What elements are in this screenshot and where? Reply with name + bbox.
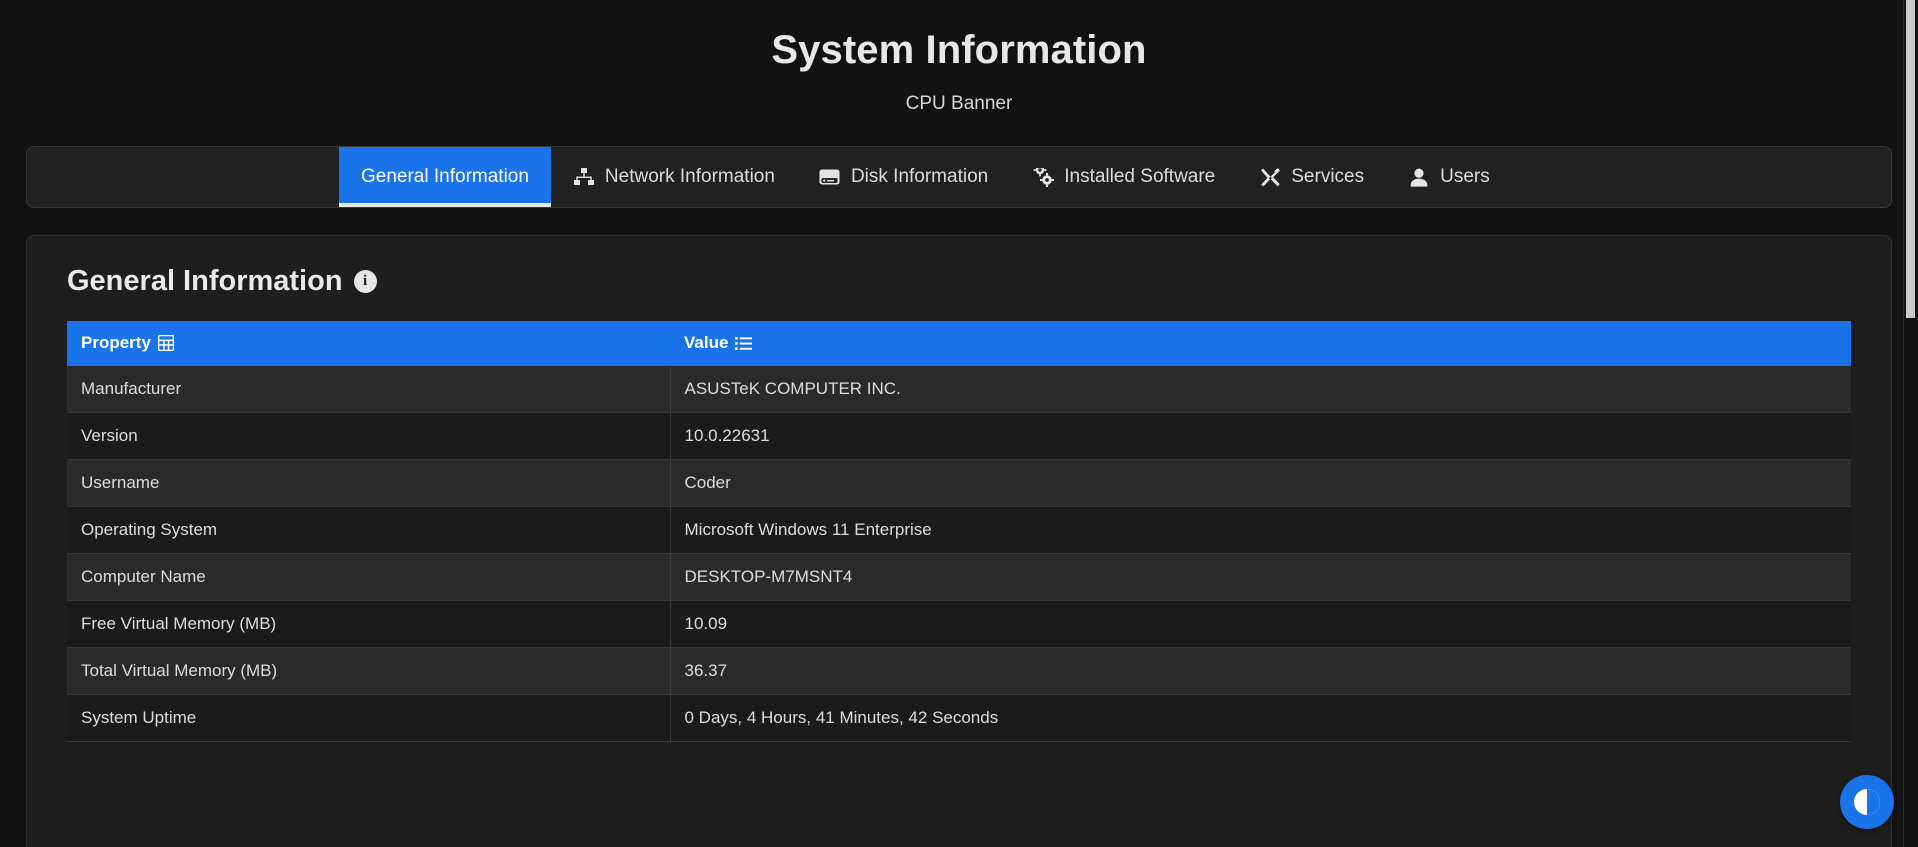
table-row: Total Virtual Memory (MB) 36.37	[67, 647, 1851, 695]
row-value: Microsoft Windows 11 Enterprise	[670, 506, 1851, 554]
column-header-property[interactable]: Property	[67, 320, 670, 366]
row-value: DESKTOP-M7MSNT4	[670, 553, 1851, 601]
general-information-panel: General Information i Property Value Man…	[26, 235, 1892, 847]
tab-users[interactable]: Users	[1386, 147, 1512, 207]
column-header-label: Value	[684, 333, 729, 353]
row-property: Total Virtual Memory (MB)	[67, 647, 671, 695]
table-header-row: Property Value	[67, 320, 1851, 366]
tab-label: Disk Information	[850, 166, 989, 187]
page-subtitle: CPU Banner	[905, 93, 1013, 114]
table-row: Username Coder	[67, 459, 1851, 507]
row-value: 36.37	[670, 647, 1851, 695]
list-ul-icon	[735, 336, 753, 351]
tools-icon	[1259, 167, 1281, 187]
info-circle-icon: i	[353, 270, 377, 294]
table-body: Manufacturer ASUSTeK COMPUTER INC. Versi…	[67, 365, 1851, 742]
table-row: Operating System Microsoft Windows 11 En…	[67, 506, 1851, 554]
row-value: ASUSTeK COMPUTER INC.	[670, 365, 1851, 413]
tab-label: Users	[1440, 166, 1490, 187]
page-scrollbar-thumb[interactable]	[1906, 0, 1915, 318]
page-root: System Information CPU Banner General In…	[0, 0, 1918, 847]
table-row: System Uptime 0 Days, 4 Hours, 41 Minute…	[67, 694, 1851, 742]
row-value: 10.0.22631	[670, 412, 1851, 460]
cogs-icon	[1032, 167, 1054, 187]
contrast-toggle-button[interactable]	[1840, 775, 1894, 829]
table-row: Version 10.0.22631	[67, 412, 1851, 460]
tab-bar: General Information Network Information	[26, 146, 1892, 208]
row-value: 10.09	[670, 600, 1851, 648]
tab-services[interactable]: Services	[1237, 147, 1386, 207]
column-header-value[interactable]: Value	[670, 320, 1851, 366]
row-property: Manufacturer	[67, 365, 671, 413]
tab-label: Network Information	[604, 166, 775, 187]
section-title: General Information	[67, 265, 343, 297]
row-property: Free Virtual Memory (MB)	[67, 600, 671, 648]
row-property: Computer Name	[67, 553, 671, 601]
user-icon	[1408, 167, 1430, 187]
tab-disk-information[interactable]: Disk Information	[797, 147, 1010, 207]
row-value: Coder	[670, 459, 1851, 507]
table-head: Property Value	[67, 320, 1851, 366]
row-property: Username	[67, 459, 671, 507]
tab-network-information[interactable]: Network Information	[551, 147, 797, 207]
column-header-label: Property	[81, 333, 151, 353]
table-grid-icon	[157, 335, 174, 352]
tab-label: General Information	[361, 166, 529, 187]
table-row: Free Virtual Memory (MB) 10.09	[67, 600, 1851, 648]
general-information-table: Property Value Manufacturer ASUSTeK COMP…	[67, 320, 1851, 742]
page-header: System Information CPU Banner	[0, 0, 1918, 115]
hdd-icon	[819, 167, 841, 187]
page-scrollbar[interactable]	[1903, 0, 1918, 847]
contrast-icon	[1854, 789, 1880, 815]
row-property: Operating System	[67, 506, 671, 554]
page-title: System Information	[771, 28, 1147, 72]
table-row: Manufacturer ASUSTeK COMPUTER INC.	[67, 365, 1851, 413]
tab-label: Installed Software	[1064, 166, 1216, 187]
tab-label: Services	[1291, 166, 1365, 187]
sitemap-icon	[573, 167, 595, 187]
row-value: 0 Days, 4 Hours, 41 Minutes, 42 Seconds	[670, 694, 1851, 742]
table-row: Computer Name DESKTOP-M7MSNT4	[67, 553, 1851, 601]
row-property: Version	[67, 412, 671, 460]
section-header: General Information i	[67, 265, 1873, 298]
row-property: System Uptime	[67, 694, 671, 742]
tab-installed-software[interactable]: Installed Software	[1010, 147, 1237, 207]
tab-general-information[interactable]: General Information	[339, 147, 551, 207]
